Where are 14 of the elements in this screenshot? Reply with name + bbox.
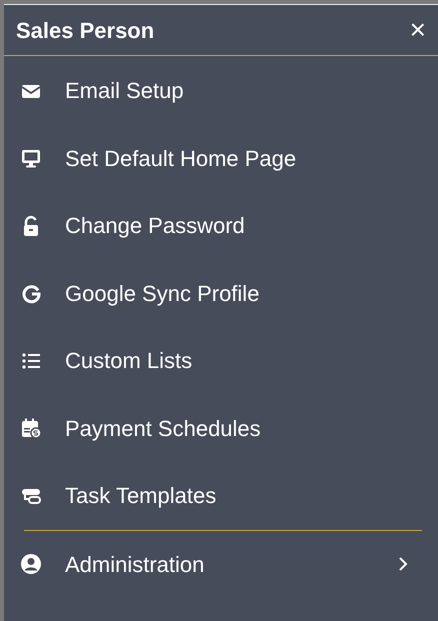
menu-item[interactable]: Administration [4,530,438,598]
menu-item[interactable]: Set Default Home Page [4,124,438,192]
menu-item[interactable]: Payment Schedules [4,394,438,462]
close-button[interactable]: × [406,16,430,44]
menu-item[interactable]: Change Password [4,192,438,260]
menu-item[interactable]: Custom Lists [4,327,438,394]
menu-item[interactable]: Email Setup [4,57,438,124]
letter-g-icon [20,282,42,304]
menu-item[interactable]: Task Templates [4,462,438,530]
user-icon [20,553,42,576]
calendar-dollar-icon [20,417,42,440]
panel-title: Sales Person [16,16,154,44]
monitor-icon [20,147,42,170]
menu-item[interactable]: Google Sync Profile [4,260,438,327]
